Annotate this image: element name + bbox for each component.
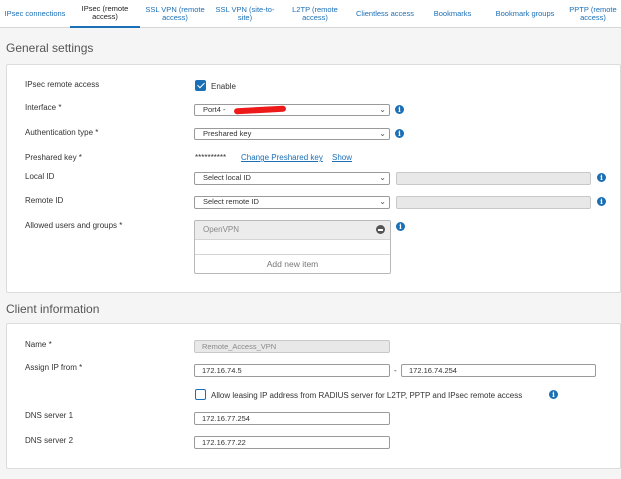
tab-label: Clientless access	[356, 9, 414, 18]
ip-from-input[interactable]: 172.16.74.5	[194, 364, 390, 377]
tab-ssl-vpn-remote-access[interactable]: SSL VPN (remote access)	[140, 0, 210, 28]
general-settings-title: General settings	[6, 41, 94, 55]
client-information-title: Client information	[6, 302, 100, 316]
tab-pptp-remote-access[interactable]: PPTP (remote access)	[565, 0, 621, 28]
tab-label: IPsec (remote access)	[81, 4, 129, 21]
tab-label: IPsec connections	[4, 9, 66, 18]
auth-type-select[interactable]: Preshared key ⌄	[194, 128, 390, 140]
remote-id-input	[396, 196, 591, 209]
tab-clientless-access[interactable]: Clientless access	[350, 0, 420, 28]
interface-value: Port4 -	[203, 105, 226, 114]
ipsec-remote-access-label: IPsec remote access	[25, 80, 100, 89]
info-icon[interactable]: i	[549, 390, 558, 399]
interface-select[interactable]: Port4 - ⌄	[194, 104, 390, 116]
tab-label: L2TP (remote access)	[292, 5, 338, 22]
tab-ipsec-connections[interactable]: IPsec connections	[0, 0, 70, 28]
radius-label: Allow leasing IP address from RADIUS ser…	[211, 391, 523, 400]
tab-label: Bookmarks	[433, 9, 472, 18]
tab-ipsec-remote-access[interactable]: IPsec (remote access)	[70, 0, 140, 28]
remote-id-value: Select remote ID	[203, 197, 259, 206]
info-icon[interactable]: i	[395, 105, 404, 114]
tab-label: Bookmark groups	[495, 9, 555, 18]
chevron-down-icon: ⌄	[379, 173, 386, 182]
chevron-down-icon: ⌄	[379, 197, 386, 206]
tab-bar: IPsec connections IPsec (remote access) …	[0, 0, 621, 28]
info-icon[interactable]: i	[597, 197, 606, 206]
info-icon[interactable]: i	[597, 173, 606, 182]
interface-label: Interface *	[25, 103, 62, 112]
local-id-label: Local ID	[25, 172, 55, 181]
tab-ssl-vpn-site-to-site[interactable]: SSL VPN (site-to-site)	[210, 0, 280, 28]
chevron-down-icon: ⌄	[379, 129, 386, 138]
local-id-select[interactable]: Select local ID ⌄	[194, 172, 390, 185]
radius-checkbox[interactable]	[195, 389, 206, 400]
ip-to-input[interactable]: 172.16.74.254	[401, 364, 596, 377]
remote-id-label: Remote ID	[25, 196, 64, 205]
preshared-key-mask: **********	[195, 153, 227, 162]
show-preshared-key-link[interactable]: Show	[332, 153, 352, 162]
dns1-input[interactable]: 172.16.77.254	[194, 412, 390, 425]
auth-type-value: Preshared key	[203, 129, 252, 138]
dns2-input[interactable]: 172.16.77.22	[194, 436, 390, 449]
info-icon[interactable]: i	[395, 129, 404, 138]
tab-l2tp-remote-access[interactable]: L2TP (remote access)	[280, 0, 350, 28]
local-id-value: Select local ID	[203, 173, 251, 182]
allowed-users-label: Allowed users and groups *	[25, 221, 123, 230]
list-item: OpenVPN	[195, 221, 390, 240]
tab-bookmarks[interactable]: Bookmarks	[420, 0, 485, 28]
remove-circle-icon[interactable]	[376, 225, 385, 234]
enable-checkbox[interactable]	[195, 80, 206, 91]
chevron-down-icon: ⌄	[379, 105, 386, 114]
ip-range-separator: -	[394, 366, 397, 375]
change-preshared-key-link[interactable]: Change Preshared key	[241, 153, 323, 162]
auth-type-label: Authentication type *	[25, 128, 99, 137]
add-new-item-button[interactable]: Add new item	[195, 254, 390, 274]
assign-ip-label: Assign IP from *	[25, 363, 83, 372]
name-input: Remote_Access_VPN	[194, 340, 390, 353]
info-icon[interactable]: i	[396, 222, 405, 231]
dns1-label: DNS server 1	[25, 411, 74, 420]
preshared-key-label: Preshared key *	[25, 153, 82, 162]
tab-label: PPTP (remote access)	[569, 5, 617, 22]
enable-label: Enable	[211, 82, 236, 91]
list-item-label: OpenVPN	[203, 225, 240, 234]
remote-id-select[interactable]: Select remote ID ⌄	[194, 196, 390, 209]
name-label: Name *	[25, 340, 52, 349]
tab-label: SSL VPN (site-to-site)	[215, 5, 275, 22]
allowed-users-list: OpenVPN Add new item	[194, 220, 391, 274]
local-id-input	[396, 172, 591, 185]
tab-bookmark-groups[interactable]: Bookmark groups	[485, 0, 565, 28]
dns2-label: DNS server 2	[25, 436, 74, 445]
tab-label: SSL VPN (remote access)	[145, 5, 205, 22]
